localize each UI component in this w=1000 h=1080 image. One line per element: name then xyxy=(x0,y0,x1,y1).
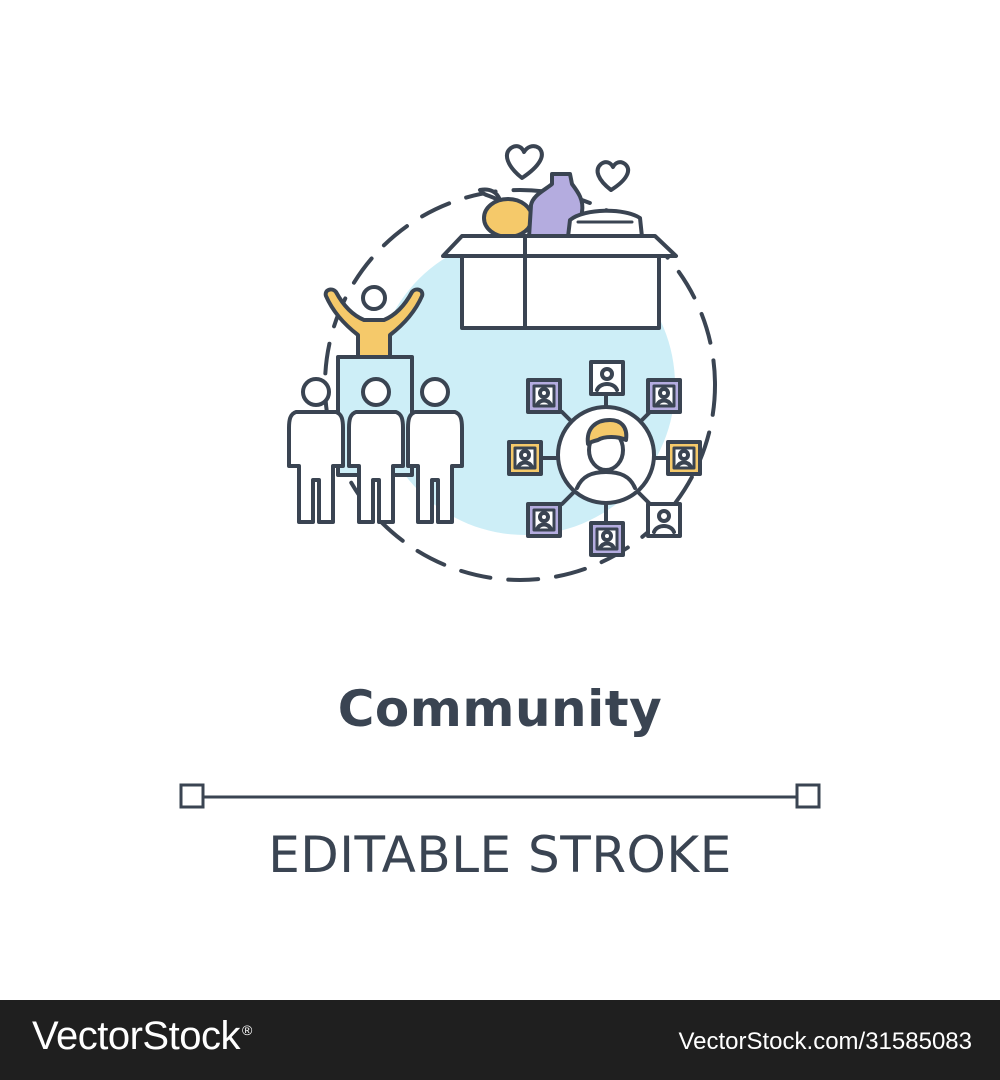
stock-id: VectorStock.com/31585083 xyxy=(678,1028,972,1055)
box-body xyxy=(460,254,661,330)
heart-icon xyxy=(505,144,544,180)
brand-logo: VectorStock ® xyxy=(32,1014,252,1059)
stroke-handle-right xyxy=(795,783,821,809)
bread-icon xyxy=(566,208,644,239)
brand-name: VectorStock xyxy=(32,1014,240,1058)
registered-mark: ® xyxy=(241,1021,252,1038)
avatar-top-right xyxy=(646,378,682,414)
card-title: Community xyxy=(337,680,663,738)
box-flap-left xyxy=(441,234,527,258)
avatar-bottom-right xyxy=(646,502,682,538)
avatar-left xyxy=(507,440,543,476)
box-flap-right xyxy=(523,234,678,258)
donation-box-icon xyxy=(441,144,678,330)
avatar-top-left xyxy=(526,378,562,414)
fruit-icon xyxy=(482,197,534,239)
person-left xyxy=(287,377,345,524)
avatar-bottom xyxy=(589,521,625,557)
stroke-handle-left xyxy=(179,783,205,809)
network-icon xyxy=(507,360,702,557)
card-subtitle: EDITABLE STROKE xyxy=(268,826,732,884)
watermark-footer: VectorStock ® VectorStock.com/31585083 xyxy=(0,1000,1000,1080)
heart-icon xyxy=(595,160,631,192)
avatar-top xyxy=(589,360,625,396)
editable-stroke-divider xyxy=(179,783,821,809)
avatar-right xyxy=(666,440,702,476)
avatar-bottom-left xyxy=(526,502,562,538)
